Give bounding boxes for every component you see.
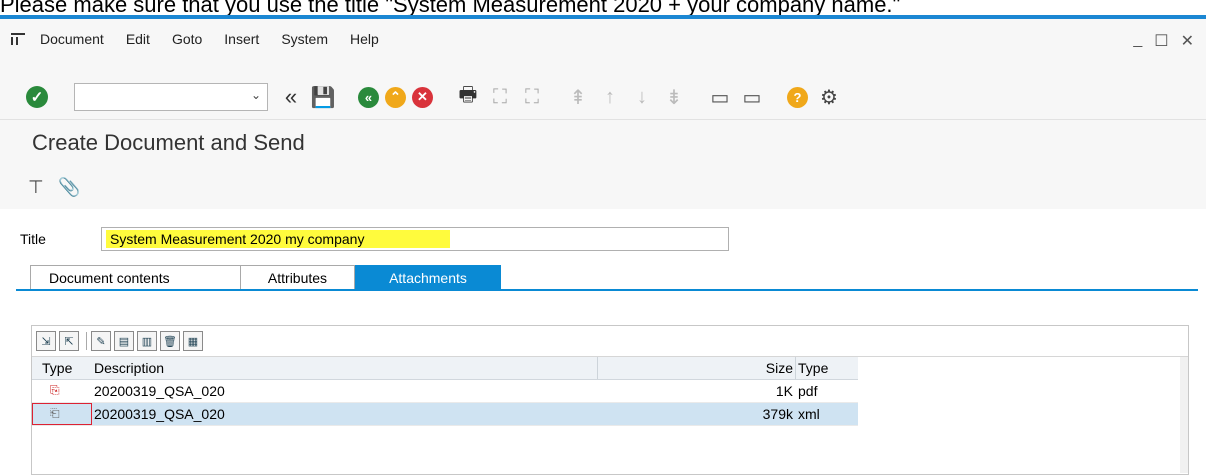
settings-gear-icon[interactable]: ⚙ bbox=[818, 86, 840, 109]
close-icon[interactable]: ✕ bbox=[1181, 31, 1194, 51]
tab-attributes[interactable]: Attributes bbox=[241, 265, 355, 289]
import-icon[interactable]: ⇲ bbox=[36, 331, 56, 351]
col-filetype[interactable]: Type bbox=[798, 360, 828, 376]
menu-system[interactable]: System bbox=[281, 31, 328, 47]
sort-ascending-icon[interactable]: ▤ bbox=[114, 331, 134, 351]
menu-document[interactable]: Document bbox=[40, 31, 104, 47]
table-row[interactable]: ⎗ 20200319_QSA_020 379k xml bbox=[32, 403, 858, 426]
export-icon[interactable]: ⇱ bbox=[59, 331, 79, 351]
attachments-grid: ⇲ ⇱ ✎ ▤ ▥ 🗑 ▦ Type Description Size Type bbox=[31, 325, 1189, 475]
first-page-icon: ⇞ bbox=[569, 86, 587, 109]
find-next-icon: ⛶ bbox=[525, 85, 539, 108]
minimize-icon[interactable]: _ bbox=[1133, 31, 1142, 51]
menu-goto[interactable]: Goto bbox=[172, 31, 202, 47]
edit-icon[interactable]: ✎ bbox=[91, 331, 111, 351]
command-field[interactable]: ⌄ bbox=[74, 83, 268, 111]
shortcut-icon[interactable]: ▭ bbox=[741, 86, 763, 109]
help-icon[interactable]: ? bbox=[787, 86, 808, 108]
sap-window: Document Edit Goto Insert System Help _ … bbox=[0, 19, 1206, 475]
chevron-down-icon[interactable]: ⌄ bbox=[251, 88, 261, 102]
menu-help[interactable]: Help bbox=[350, 31, 379, 47]
cancel-icon[interactable]: ✕ bbox=[412, 86, 433, 108]
document-form: Title System Measurement 2020 my company… bbox=[0, 209, 1206, 475]
menubar: Document Edit Goto Insert System Help _ … bbox=[0, 19, 1206, 59]
vertical-scrollbar[interactable] bbox=[1180, 357, 1188, 473]
col-type[interactable]: Type bbox=[42, 360, 72, 376]
tab-attachments[interactable]: Attachments bbox=[355, 265, 501, 289]
delete-icon[interactable]: 🗑 bbox=[160, 331, 180, 351]
sort-descending-icon[interactable]: ▥ bbox=[137, 331, 157, 351]
row-size: 379k bbox=[762, 406, 793, 422]
row-description[interactable]: 20200319_QSA_020 bbox=[94, 383, 225, 399]
print-icon[interactable]: 🖶 bbox=[457, 84, 479, 108]
previous-page-icon: ↑ bbox=[605, 85, 615, 108]
window-controls: _ ☐ ✕ bbox=[1133, 31, 1194, 51]
col-description[interactable]: Description bbox=[94, 360, 164, 376]
application-toolbar: ⊤ 📎 bbox=[0, 169, 1206, 209]
command-input[interactable] bbox=[75, 84, 239, 110]
system-toolbar: ✓ ⌄ « 💾 « ⌃ ✕ 🖶 ⛶ ⛶ ⇞ ↑ ↓ ⇟ ▭ ▭ ? ⚙ bbox=[0, 75, 1206, 119]
menu-icon[interactable] bbox=[11, 33, 25, 45]
details-icon[interactable]: ▦ bbox=[183, 331, 203, 351]
pdf-icon: ⎘ bbox=[50, 383, 60, 397]
title-value[interactable]: System Measurement 2020 my company bbox=[110, 231, 364, 247]
next-page-icon: ↓ bbox=[637, 85, 647, 108]
double-chevron-left-icon[interactable]: « bbox=[280, 84, 302, 109]
save-icon[interactable]: 💾 bbox=[311, 86, 336, 109]
tab-document-contents[interactable]: Document contents bbox=[30, 265, 241, 289]
attachment-icon[interactable]: 📎 bbox=[58, 177, 80, 198]
menu-edit[interactable]: Edit bbox=[126, 31, 150, 47]
grid-header: Type Description Size Type bbox=[32, 357, 858, 380]
title-field[interactable]: System Measurement 2020 my company bbox=[101, 227, 729, 251]
tabstrip: Document contents Attributes Attachments bbox=[30, 265, 501, 289]
title-area: Create Document and Send bbox=[0, 119, 1206, 166]
title-label: Title bbox=[20, 231, 46, 247]
col-size[interactable]: Size bbox=[597, 360, 793, 376]
row-description[interactable]: 20200319_QSA_020 bbox=[94, 406, 225, 422]
tab-divider bbox=[16, 289, 1198, 291]
caption-text: Please make sure that you use the title … bbox=[0, 0, 901, 16]
grid-table: Type Description Size Type ⎘ 20200319_QS… bbox=[32, 357, 858, 426]
grid-toolbar: ⇲ ⇱ ✎ ▤ ▥ 🗑 ▦ bbox=[32, 326, 1188, 357]
caption-banner: Please make sure that you use the title … bbox=[0, 0, 1206, 16]
enter-check-icon[interactable]: ✓ bbox=[26, 86, 48, 108]
row-filetype: pdf bbox=[798, 383, 818, 399]
xml-icon: ⎗ bbox=[50, 406, 60, 420]
table-row[interactable]: ⎘ 20200319_QSA_020 1K pdf bbox=[32, 380, 858, 403]
last-page-icon: ⇟ bbox=[665, 86, 683, 109]
page-title: Create Document and Send bbox=[32, 130, 305, 155]
row-size: 1K bbox=[775, 383, 793, 399]
send-icon[interactable]: ⊤ bbox=[28, 177, 44, 198]
exit-icon[interactable]: ⌃ bbox=[385, 86, 406, 108]
menu-insert[interactable]: Insert bbox=[224, 31, 259, 47]
find-icon: ⛶ bbox=[493, 85, 507, 108]
create-session-icon[interactable]: ▭ bbox=[709, 86, 731, 109]
row-filetype: xml bbox=[798, 406, 820, 422]
maximize-icon[interactable]: ☐ bbox=[1154, 31, 1168, 51]
back-icon[interactable]: « bbox=[358, 86, 379, 108]
